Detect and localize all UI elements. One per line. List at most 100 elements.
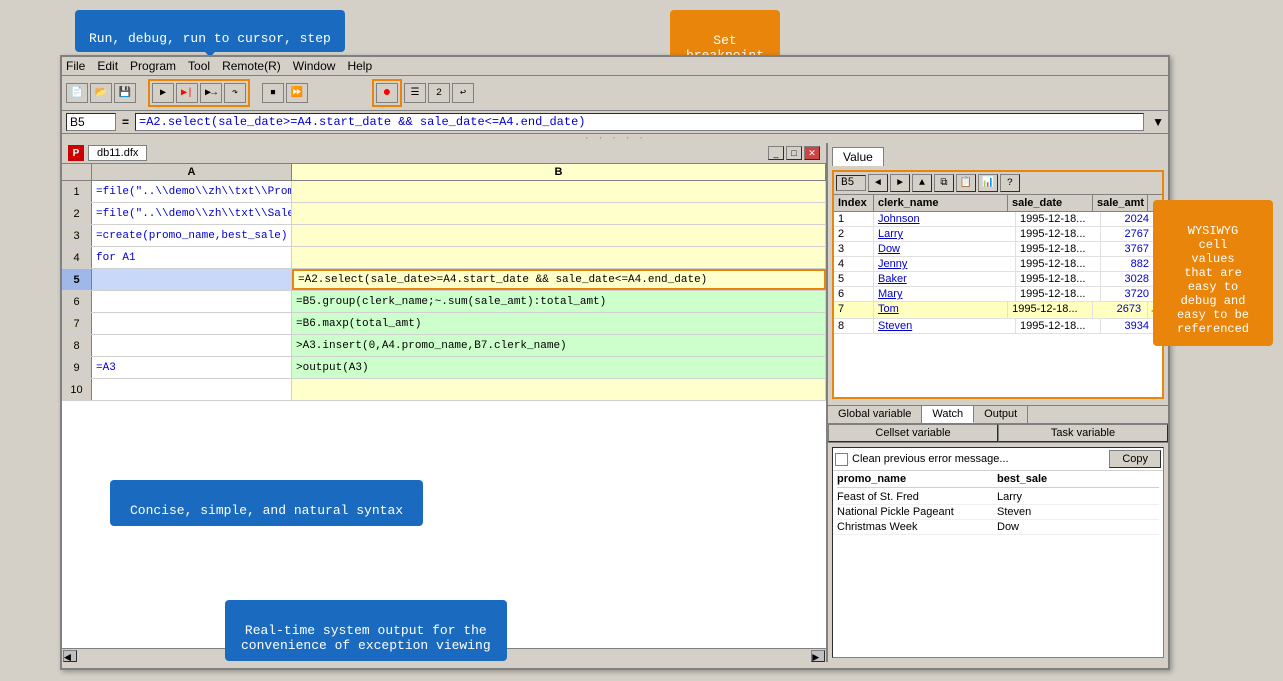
- row-num-9: 9: [62, 357, 92, 378]
- run-button[interactable]: ▶: [152, 83, 174, 103]
- table-row: 5 =A2.select(sale_date>=A4.start_date &&…: [62, 269, 826, 291]
- cell-1b[interactable]: [292, 181, 826, 202]
- list-item[interactable]: 2 Larry 1995-12-18... 2767: [834, 227, 1162, 242]
- formula-arrow[interactable]: ▼: [1152, 115, 1164, 129]
- cell-9a[interactable]: =A3: [92, 357, 292, 378]
- cell-2a[interactable]: =file("..\\demo\\zh\\txt\\SalesRecord.tx…: [92, 203, 292, 224]
- menu-help[interactable]: Help: [347, 59, 372, 73]
- vg-header-amt: sale_amt: [1093, 195, 1148, 211]
- tab-output[interactable]: Output: [974, 406, 1028, 423]
- task-var-btn[interactable]: Task variable: [998, 424, 1168, 442]
- list-item[interactable]: 7 Tom 1995-12-18... 2673 ◄: [834, 302, 1162, 319]
- restore-button[interactable]: □: [786, 146, 802, 160]
- table-row: 2 =file("..\\demo\\zh\\txt\\SalesRecord.…: [62, 203, 826, 225]
- cell-8b[interactable]: >A3.insert(0,A4.promo_name,B7.clerk_name…: [292, 335, 826, 356]
- resume-button[interactable]: ⏩: [286, 83, 308, 103]
- row-num-7: 7: [62, 313, 92, 334]
- debug-button[interactable]: ▶|: [176, 83, 198, 103]
- val-back-btn[interactable]: ◄: [868, 174, 888, 192]
- menu-program[interactable]: Program: [130, 59, 176, 73]
- list-item: Feast of St. FredLarry: [837, 490, 1159, 505]
- col-header-a[interactable]: A: [92, 164, 292, 180]
- table-row: 4 for A1: [62, 247, 826, 269]
- scroll-right[interactable]: ►: [811, 650, 825, 662]
- cell-8a[interactable]: [92, 335, 292, 356]
- breakpoint-2-button[interactable]: 2: [428, 83, 450, 103]
- minimize-button[interactable]: _: [768, 146, 784, 160]
- val-fwd-btn[interactable]: ►: [890, 174, 910, 192]
- tab-value[interactable]: Value: [832, 147, 884, 166]
- list-item[interactable]: 6 Mary 1995-12-18... 3720: [834, 287, 1162, 302]
- cell-4a[interactable]: for A1: [92, 247, 292, 268]
- cell-7a[interactable]: [92, 313, 292, 334]
- val-paste-btn[interactable]: 📋: [956, 174, 976, 192]
- stop-button[interactable]: ⏹: [262, 83, 284, 103]
- menu-edit[interactable]: Edit: [97, 59, 118, 73]
- menu-file[interactable]: File: [66, 59, 85, 73]
- val-help-btn[interactable]: ?: [1000, 174, 1020, 192]
- row-num-2: 2: [62, 203, 92, 224]
- breakpoint-3-button[interactable]: ↩: [452, 83, 474, 103]
- cell-ref-input[interactable]: [66, 113, 116, 131]
- val-copy-btn[interactable]: ⧉: [934, 174, 954, 192]
- cell-5b[interactable]: =A2.select(sale_date>=A4.start_date && s…: [292, 269, 826, 290]
- cell-2b[interactable]: [292, 203, 826, 224]
- open-button[interactable]: 📂: [90, 83, 112, 103]
- val-chart-btn[interactable]: 📊: [978, 174, 998, 192]
- cell-9b[interactable]: >output(A3): [292, 357, 826, 378]
- list-item[interactable]: 5 Baker 1995-12-18... 3028: [834, 272, 1162, 287]
- cell-6b[interactable]: =B5.group(clerk_name;~.sum(sale_amt):tot…: [292, 291, 826, 312]
- cell-4b[interactable]: [292, 247, 826, 268]
- output-toolbar: Clean previous error message... Copy: [833, 448, 1163, 471]
- list-item[interactable]: 4 Jenny 1995-12-18... 882: [834, 257, 1162, 272]
- sheet-tab[interactable]: db11.dfx: [88, 145, 147, 161]
- close-button[interactable]: ✕: [804, 146, 820, 160]
- table-row: 8 >A3.insert(0,A4.promo_name,B7.clerk_na…: [62, 335, 826, 357]
- row-num-3: 3: [62, 225, 92, 246]
- clean-error-label: Clean previous error message...: [852, 453, 1009, 465]
- breakpoint-button[interactable]: ●: [376, 83, 398, 103]
- breakpoint-group: ●: [372, 79, 402, 107]
- menu-remote[interactable]: Remote(R): [222, 59, 281, 73]
- val-up-btn[interactable]: ▲: [912, 174, 932, 192]
- menu-window[interactable]: Window: [293, 59, 336, 73]
- list-item: Christmas WeekDow: [837, 520, 1159, 535]
- value-grid-header: Index clerk_name sale_date sale_amt: [834, 195, 1162, 212]
- step-button[interactable]: ↷: [224, 83, 246, 103]
- tab-global-variable[interactable]: Global variable: [828, 406, 922, 423]
- clean-error-checkbox[interactable]: [835, 453, 848, 466]
- cell-6a[interactable]: [92, 291, 292, 312]
- callout-run-debug: Run, debug, run to cursor, step: [75, 10, 345, 52]
- formula-content[interactable]: =A2.select(sale_date>=A4.start_date && s…: [135, 113, 1144, 131]
- cellset-var-btn[interactable]: Cellset variable: [828, 424, 998, 442]
- cell-3a[interactable]: =create(promo_name,best_sale): [92, 225, 292, 246]
- cell-5a[interactable]: [92, 269, 292, 290]
- row-num-10: 10: [62, 379, 92, 400]
- run-cursor-button[interactable]: ▶→: [200, 83, 222, 103]
- cell-1a[interactable]: =file("..\\demo\\zh\\txt\\Promotion.txt"…: [92, 181, 292, 202]
- app-window: File Edit Program Tool Remote(R) Window …: [60, 55, 1170, 670]
- var-buttons: Cellset variable Task variable: [828, 424, 1168, 443]
- col-header-b[interactable]: B: [292, 164, 826, 180]
- resize-handle[interactable]: · · · · ·: [62, 134, 1168, 143]
- list-item[interactable]: 8 Steven 1995-12-18... 3934: [834, 319, 1162, 334]
- vg-header-clerk: clerk_name: [874, 195, 1008, 211]
- value-tab-bar: Value: [828, 143, 1168, 166]
- list-item[interactable]: 1 Johnson 1995-12-18... 2024: [834, 212, 1162, 227]
- new-button[interactable]: 📄: [66, 83, 88, 103]
- cell-10b[interactable]: [292, 379, 826, 400]
- scroll-left[interactable]: ◄: [63, 650, 77, 662]
- menu-tool[interactable]: Tool: [188, 59, 210, 73]
- table-row: 3 =create(promo_name,best_sale): [62, 225, 826, 247]
- list-item[interactable]: 3 Dow 1995-12-18... 3767: [834, 242, 1162, 257]
- cell-7b[interactable]: =B6.maxp(total_amt): [292, 313, 826, 334]
- cell-10a[interactable]: [92, 379, 292, 400]
- grid-container: A B 1 =file("..\\demo\\zh\\txt\\Promotio…: [62, 164, 826, 648]
- copy-button[interactable]: Copy: [1109, 450, 1161, 468]
- tab-watch[interactable]: Watch: [922, 406, 974, 423]
- save-button[interactable]: 💾: [114, 83, 136, 103]
- run-group: ▶ ▶| ▶→ ↷: [148, 79, 250, 107]
- cell-3b[interactable]: [292, 225, 826, 246]
- breakpoint-list-button[interactable]: ☰: [404, 83, 426, 103]
- value-section: B5 ◄ ► ▲ ⧉ 📋 📊 ? Index clerk_name sale_d…: [832, 170, 1164, 399]
